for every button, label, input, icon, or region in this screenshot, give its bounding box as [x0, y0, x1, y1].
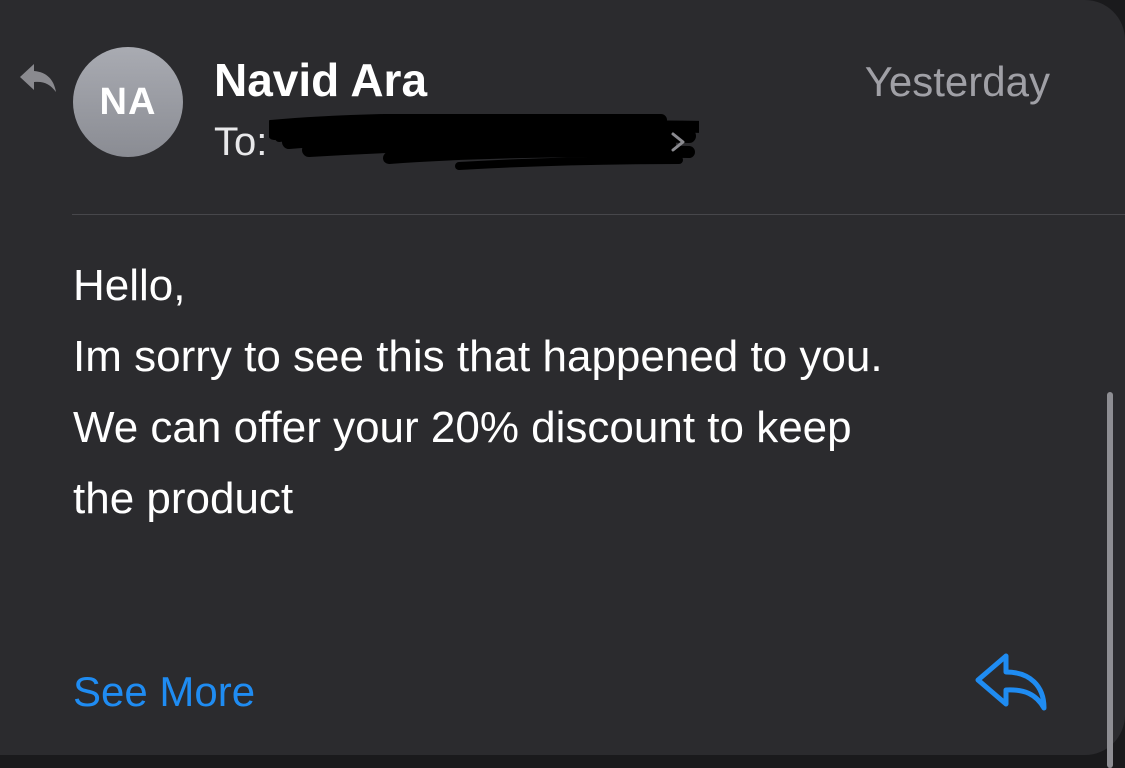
sender-name[interactable]: Navid Ara — [214, 52, 427, 108]
email-message-card: NA Navid Ara To: Yesterday Hello, Im sor… — [0, 0, 1125, 755]
redaction-scribble — [269, 114, 700, 170]
body-line: We can offer your 20% discount to keep — [73, 403, 852, 452]
scrollbar[interactable] — [1107, 392, 1113, 768]
body-line: Im sorry to see this that happened to yo… — [73, 332, 883, 381]
avatar-initials: NA — [99, 80, 157, 123]
reply-arrow-icon — [975, 653, 1047, 711]
replied-indicator-icon — [20, 64, 56, 92]
message-body: Hello, Im sorry to see this that happene… — [73, 250, 1063, 534]
to-label: To: — [214, 120, 268, 164]
body-line: Hello, — [73, 261, 186, 310]
see-more-link[interactable]: See More — [73, 664, 255, 720]
reply-button[interactable] — [972, 648, 1052, 714]
body-line: the product — [73, 474, 294, 523]
avatar[interactable]: NA — [73, 47, 183, 157]
recipient-redacted — [269, 114, 700, 170]
recipient-row[interactable]: To: — [214, 114, 700, 170]
header-divider — [72, 214, 1125, 215]
message-date: Yesterday — [864, 58, 1050, 105]
